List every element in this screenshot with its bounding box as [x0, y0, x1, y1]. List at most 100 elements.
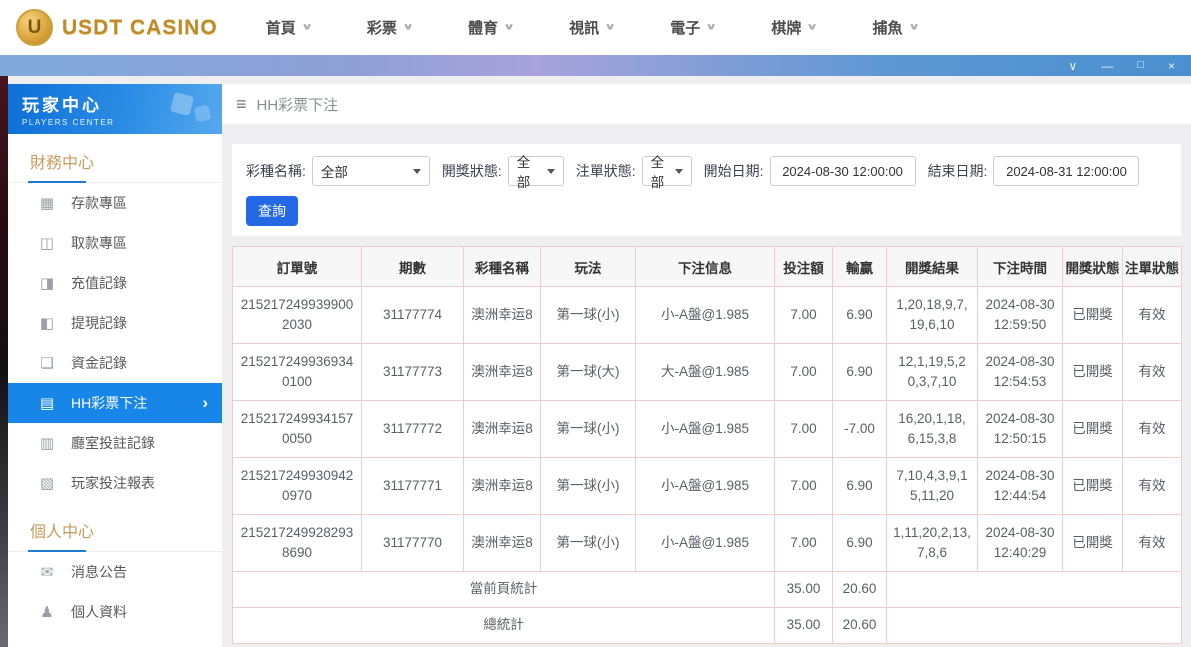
section-finance-center: 財務中心 [8, 134, 222, 183]
nav-item-home[interactable]: 首頁 ∨ [266, 17, 311, 38]
cell-lottery: 澳洲幸运8 [464, 515, 541, 572]
filter-order-status: 注單狀態: 全部 [576, 156, 692, 186]
sidebar-item-withdrawal-record[interactable]: ◧ 提現記錄 [8, 303, 222, 343]
filter-label: 開獎狀態: [442, 161, 502, 181]
sidebar-item-funds-record[interactable]: ❏ 資金記錄 [8, 343, 222, 383]
chevron-right-icon: › [202, 393, 208, 413]
sidebar-item-room-bet-records[interactable]: ▥ 廳室投註記錄 [8, 423, 222, 463]
query-button[interactable]: 查詢 [246, 196, 298, 226]
funds-record-icon: ❏ [38, 354, 56, 372]
nav-label: 彩票 [367, 17, 397, 38]
chevron-down-icon: ∨ [503, 23, 515, 33]
withdrawal-record-icon: ◧ [38, 314, 56, 332]
cell-lottery: 澳洲幸运8 [464, 401, 541, 458]
table-row: 2152172499282938690 31177770 澳洲幸运8 第一球(小… [233, 515, 1182, 572]
nav-label: 首頁 [266, 17, 296, 38]
sidebar-item-label: 廳室投註記錄 [71, 433, 155, 453]
main-panel: ≡ HH彩票下注 彩種名稱: 全部 開獎狀態: 全部 [222, 84, 1191, 647]
cell-period: 31177770 [362, 515, 464, 572]
cell-period: 31177772 [362, 401, 464, 458]
cell-period: 31177771 [362, 458, 464, 515]
table-row: 2152172499369340100 31177773 澳洲幸运8 第一球(大… [233, 344, 1182, 401]
cell-amount: 7.00 [775, 401, 833, 458]
nav-item-fishing[interactable]: 捕魚∨ [873, 17, 918, 38]
nav-item-sports[interactable]: 體育∨ [468, 17, 513, 38]
draw-status-select[interactable]: 全部 [508, 156, 564, 186]
cell-draw-status: 已開獎 [1063, 515, 1123, 572]
cell-win-loss: 6.90 [833, 515, 887, 572]
nav-item-live-video[interactable]: 視訊 ∨ [569, 17, 614, 38]
top-navigation: U USDT CASINO 首頁∨ 彩票∨ 體育∨ 視訊∨ 電子∨ 棋牌∨ 捕魚… [0, 0, 1191, 55]
cell-time: 2024-08-30 12:40:29 [978, 515, 1063, 572]
sidebar-item-deposit[interactable]: ▦ 存款專區 [8, 183, 222, 223]
start-date-input[interactable] [770, 156, 916, 186]
withdraw-icon: ◫ [38, 234, 56, 252]
chevron-down-icon: ∨ [908, 23, 920, 33]
cell-result: 1,11,20,2,13,7,8,6 [887, 515, 978, 572]
summary-empty-cell [887, 572, 1182, 608]
hamburger-icon[interactable]: ≡ [236, 94, 247, 115]
nav-item-board-games[interactable]: 棋牌∨ [771, 17, 816, 38]
sidebar-item-profile[interactable]: ♟ 個人資料 [8, 592, 222, 632]
window-menu-button[interactable]: ∨ [1069, 60, 1078, 72]
cell-result: 12,1,19,5,20,3,7,10 [887, 344, 978, 401]
cell-order-id: 2152172499399002030 [233, 287, 362, 344]
filter-label: 開始日期: [704, 161, 764, 181]
chevron-down-icon: ∨ [604, 23, 616, 33]
sidebar-item-withdraw[interactable]: ◫ 取款專區 [8, 223, 222, 263]
chevron-down-icon [547, 169, 555, 174]
section-personal-center: 個人中心 [8, 503, 222, 552]
cell-time: 2024-08-30 12:50:15 [978, 401, 1063, 458]
cell-win-loss: 6.90 [833, 287, 887, 344]
cell-order-id: 2152172499282938690 [233, 515, 362, 572]
sidebar-item-label: 存款專區 [71, 193, 127, 213]
cell-bet-info: 小-A盤@1.985 [636, 458, 775, 515]
nav-item-lottery[interactable]: 彩票∨ [367, 17, 412, 38]
order-status-select[interactable]: 全部 [642, 156, 692, 186]
sidebar-item-recharge-record[interactable]: ◨ 充值記錄 [8, 263, 222, 303]
room-bet-records-icon: ▥ [38, 434, 56, 452]
filter-row: 彩種名稱: 全部 開獎狀態: 全部 注單狀態: 全部 [246, 156, 1167, 186]
cell-period: 31177774 [362, 287, 464, 344]
filter-start-date: 開始日期: [704, 156, 916, 186]
cell-lottery: 澳洲幸运8 [464, 458, 541, 515]
cell-play: 第一球(大) [541, 344, 636, 401]
summary-label: 當前頁統計 [233, 572, 775, 608]
nav-label: 視訊 [569, 17, 599, 38]
chevron-down-icon: ∨ [301, 23, 313, 33]
sidebar-item-hh-lottery-bets[interactable]: ▤ HH彩票下注 › [8, 383, 222, 423]
cell-lottery: 澳洲幸运8 [464, 344, 541, 401]
cell-bet-info: 小-A盤@1.985 [636, 287, 775, 344]
filter-lottery-name: 彩種名稱: 全部 [246, 156, 430, 186]
breadcrumb: ≡ HH彩票下注 [222, 84, 1191, 124]
table-row: 2152172499309420970 31177771 澳洲幸运8 第一球(小… [233, 458, 1182, 515]
filter-end-date: 結束日期: [928, 156, 1140, 186]
recharge-record-icon: ◨ [38, 274, 56, 292]
sidebar-item-announcements[interactable]: ✉ 消息公告 [8, 552, 222, 592]
nav-item-slots[interactable]: 電子∨ [670, 17, 715, 38]
cell-lottery: 澳洲幸运8 [464, 287, 541, 344]
lottery-name-select[interactable]: 全部 [312, 156, 430, 186]
cell-bet-info: 小-A盤@1.985 [636, 515, 775, 572]
close-button[interactable]: × [1168, 60, 1175, 72]
filter-label: 注單狀態: [576, 161, 636, 181]
cell-order-id: 2152172499369340100 [233, 344, 362, 401]
sidebar-item-player-bet-report[interactable]: ▧ 玩家投注報表 [8, 463, 222, 503]
cell-play: 第一球(小) [541, 515, 636, 572]
player-bet-report-icon: ▧ [38, 474, 56, 492]
end-date-input[interactable] [993, 156, 1139, 186]
select-value: 全部 [517, 151, 541, 191]
bets-table: 訂單號 期數 彩種名稱 玩法 下注信息 投注額 輸贏 開獎結果 下注時間 開獎狀… [232, 246, 1181, 644]
col-bet-info: 下注信息 [636, 247, 775, 287]
minimize-button[interactable]: — [1101, 60, 1113, 72]
col-time: 下注時間 [978, 247, 1063, 287]
filter-draw-status: 開獎狀態: 全部 [442, 156, 564, 186]
cell-bet-info: 小-A盤@1.985 [636, 401, 775, 458]
cell-amount: 7.00 [775, 458, 833, 515]
maximize-button[interactable]: □ [1137, 60, 1144, 71]
cell-amount: 7.00 [775, 515, 833, 572]
chevron-down-icon: ∨ [806, 23, 818, 33]
chevron-down-icon: ∨ [705, 23, 717, 33]
logo[interactable]: U USDT CASINO [16, 9, 218, 46]
sidebar-item-label: 取款專區 [71, 233, 127, 253]
